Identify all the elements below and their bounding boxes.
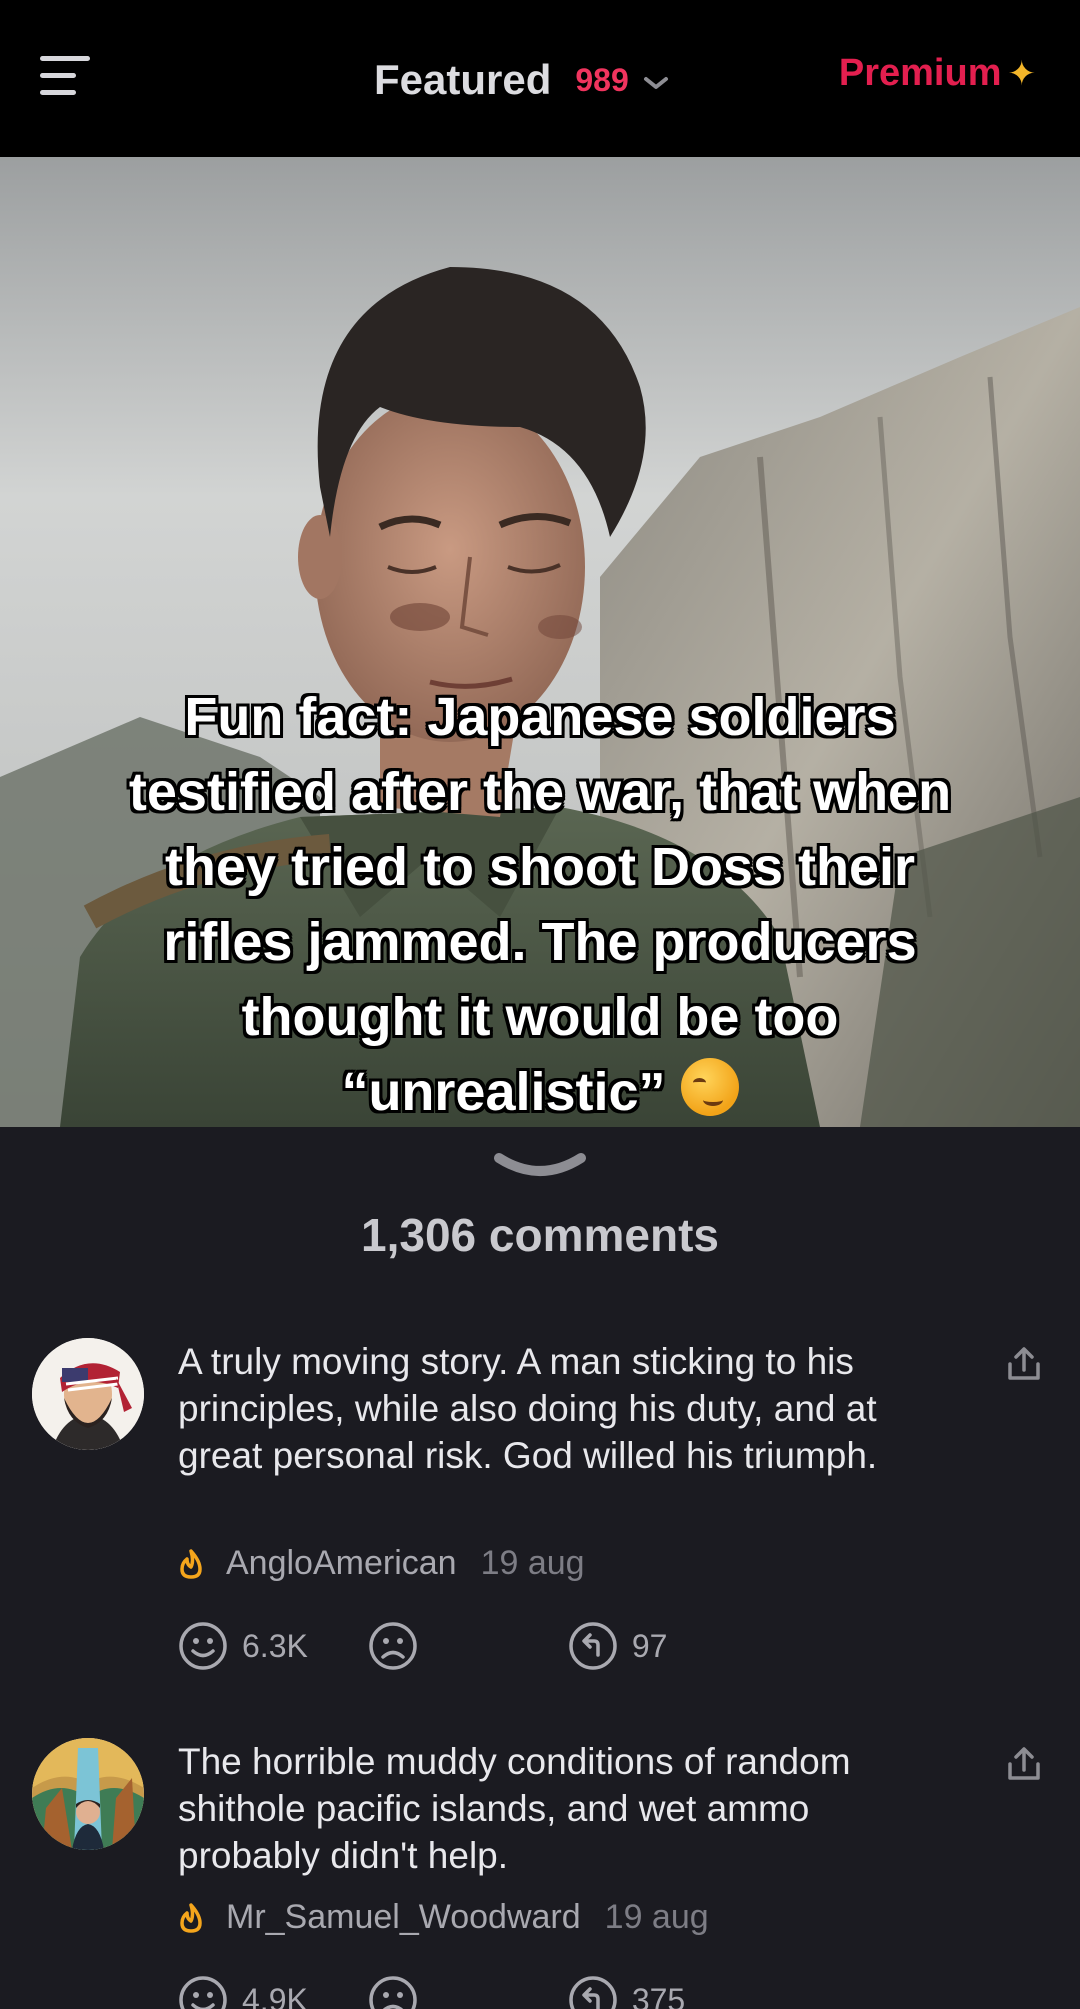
- reply-button[interactable]: 375: [568, 1975, 685, 2009]
- meme-caption: Fun fact: Japanese soldiers testified af…: [0, 680, 1080, 1127]
- flame-icon: [180, 1902, 202, 1933]
- avatar[interactable]: [32, 1738, 144, 1850]
- reply-count: 375: [631, 1981, 686, 2009]
- comment-date: 19 aug: [480, 1544, 585, 1582]
- comment-username[interactable]: AngloAmerican: [226, 1544, 457, 1583]
- like-button[interactable]: 6.3K: [178, 1621, 308, 1671]
- like-count: 6.3K: [242, 1627, 308, 1664]
- avatar[interactable]: [32, 1338, 144, 1450]
- reply-icon: [569, 1976, 617, 2009]
- smile-icon: [179, 1976, 227, 2009]
- like-button[interactable]: 4.9K: [178, 1975, 308, 2009]
- comment-text: A truly moving story. A man sticking to …: [178, 1341, 878, 1476]
- comment-date: 19 aug: [604, 1898, 709, 1936]
- smirk-emoji-icon: [680, 1058, 739, 1116]
- share-icon[interactable]: [1004, 1744, 1044, 1784]
- section-count: 989: [575, 61, 629, 98]
- collapse-handle-icon[interactable]: [493, 1150, 587, 1180]
- comment-actions: 6.3K 97: [178, 1621, 667, 1671]
- reply-button[interactable]: 97: [568, 1621, 668, 1671]
- frown-icon: [369, 1976, 417, 2009]
- dislike-button[interactable]: [368, 1975, 432, 2009]
- smile-icon: [179, 1622, 227, 1670]
- comment-username[interactable]: Mr_Samuel_Woodward: [226, 1898, 581, 1937]
- hamburger-menu-icon[interactable]: [40, 56, 92, 100]
- reply-icon: [569, 1622, 617, 1670]
- chevron-down-icon: [643, 77, 668, 89]
- frown-icon: [369, 1622, 417, 1670]
- comment-meta: Mr_Samuel_Woodward 19 aug: [178, 1898, 709, 1937]
- comment-meta: AngloAmerican 19 aug: [178, 1544, 585, 1583]
- section-title: Featured: [374, 56, 552, 103]
- post-image[interactable]: Fun fact: Japanese soldiers testified af…: [0, 157, 1080, 1127]
- premium-button[interactable]: Premium ✦: [839, 52, 1036, 95]
- reply-count: 97: [631, 1627, 668, 1664]
- section-selector[interactable]: Featured 989: [374, 50, 669, 110]
- comment-text: The horrible muddy conditions of random …: [178, 1741, 851, 1876]
- top-bar: Featured 989 Premium ✦: [0, 0, 1080, 157]
- meme-caption-text: Fun fact: Japanese soldiers testified af…: [128, 687, 952, 1122]
- dislike-button[interactable]: [368, 1621, 432, 1671]
- like-count: 4.9K: [242, 1981, 308, 2009]
- share-icon[interactable]: [1004, 1344, 1044, 1384]
- sparkle-icon: ✦: [1007, 54, 1037, 93]
- comments-count: 1,306 comments: [361, 1209, 719, 1261]
- flame-icon: [180, 1548, 202, 1579]
- comment-actions: 4.9K 375: [178, 1975, 685, 2009]
- premium-label: Premium: [838, 52, 1002, 94]
